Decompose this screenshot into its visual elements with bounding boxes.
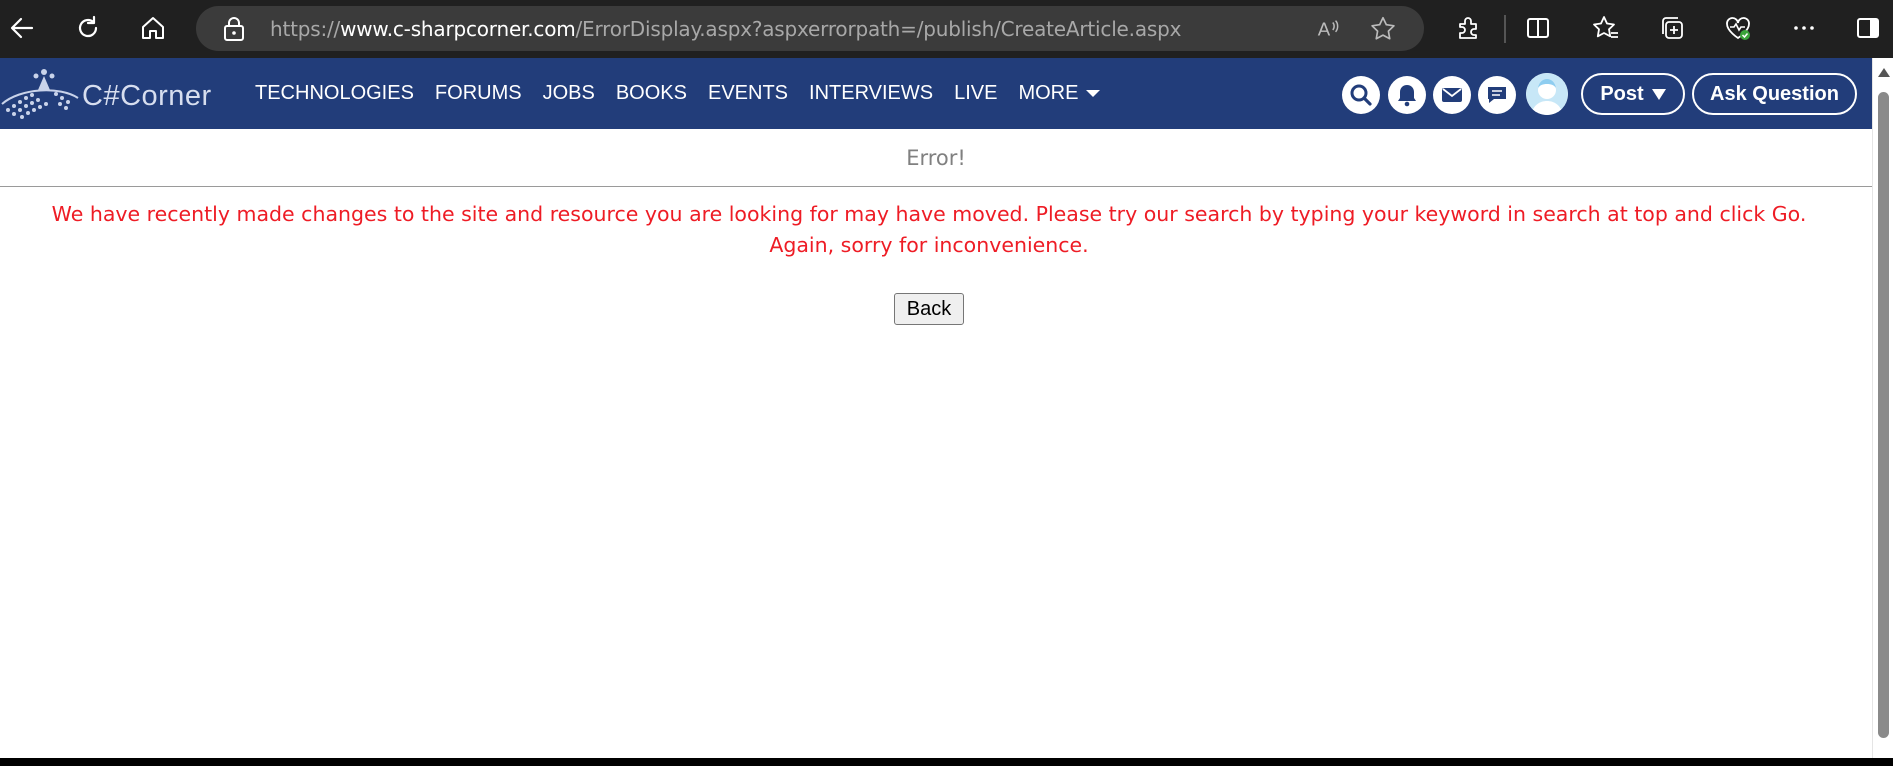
error-message-line-2: Again, sorry for inconvenience.: [769, 233, 1089, 257]
url-text[interactable]: https://www.c-sharpcorner.com/ErrorDispl…: [270, 17, 1181, 41]
favorite-star-icon[interactable]: [1368, 14, 1398, 44]
nav-books[interactable]: BOOKS: [616, 82, 687, 105]
address-bar[interactable]: https://www.c-sharpcorner.com/ErrorDispl…: [196, 6, 1424, 51]
dropdown-triangle-icon: [1651, 88, 1666, 100]
nav-more[interactable]: MORE: [1018, 82, 1101, 105]
nav-live[interactable]: LIVE: [954, 82, 997, 105]
logo-text: C#Corner: [82, 80, 212, 112]
nav-jobs[interactable]: JOBS: [543, 82, 595, 105]
url-prefix: https://: [270, 17, 341, 41]
mail-icon[interactable]: [1433, 76, 1471, 114]
back-button[interactable]: Back: [894, 293, 964, 325]
nav-technologies[interactable]: TECHNOLOGIES: [255, 82, 414, 105]
logo-mark-icon: [1, 69, 79, 119]
chat-icon[interactable]: [1478, 76, 1516, 114]
search-icon[interactable]: [1342, 76, 1380, 114]
ask-question-button[interactable]: Ask Question: [1692, 73, 1857, 115]
nav-more-label: MORE: [1018, 82, 1079, 104]
post-button[interactable]: Post: [1581, 73, 1685, 115]
post-button-label: Post: [1600, 82, 1644, 105]
toolbar-separator: [1504, 15, 1506, 43]
extensions-icon[interactable]: [1448, 8, 1488, 48]
read-aloud-icon[interactable]: A: [1314, 14, 1344, 44]
more-icon[interactable]: [1784, 8, 1824, 48]
url-host: www.c-sharpcorner.com: [340, 17, 576, 41]
site-logo[interactable]: C#Corner: [0, 64, 215, 122]
url-path: /ErrorDisplay.aspx?aspxerrorpath=/publis…: [575, 17, 1182, 41]
refresh-icon[interactable]: [68, 8, 108, 48]
error-message-line-1: We have recently made changes to the sit…: [51, 202, 1807, 226]
sidebar-icon[interactable]: [1848, 8, 1888, 48]
nav-interviews[interactable]: INTERVIEWS: [809, 82, 933, 105]
home-icon[interactable]: [133, 8, 173, 48]
main-nav: TECHNOLOGIES FORUMS JOBS BOOKS EVENTS IN…: [255, 82, 1121, 105]
window-bottom-edge: [0, 758, 1893, 766]
bell-icon[interactable]: [1388, 76, 1426, 114]
back-arrow-icon[interactable]: [2, 8, 42, 48]
error-title: Error!: [906, 146, 966, 170]
collections-icon[interactable]: [1652, 8, 1692, 48]
site-header: C#Corner TECHNOLOGIES FORUMS JOBS BOOKS …: [0, 58, 1872, 129]
nav-events[interactable]: EVENTS: [708, 82, 788, 105]
caret-down-icon: [1086, 90, 1101, 97]
lock-icon[interactable]: [222, 16, 246, 42]
browser-toolbar: https://www.c-sharpcorner.com/ErrorDispl…: [0, 0, 1893, 58]
scroll-thumb[interactable]: [1878, 92, 1889, 738]
svg-text:A: A: [1318, 19, 1331, 40]
favorites-icon[interactable]: [1586, 8, 1626, 48]
split-screen-icon[interactable]: [1518, 8, 1558, 48]
divider: [0, 186, 1872, 187]
scroll-up-arrow-icon[interactable]: [1878, 68, 1890, 77]
avatar[interactable]: [1526, 73, 1568, 115]
browser-essentials-icon[interactable]: [1718, 8, 1758, 48]
nav-forums[interactable]: FORUMS: [435, 82, 522, 105]
scrollbar[interactable]: [1872, 58, 1893, 758]
